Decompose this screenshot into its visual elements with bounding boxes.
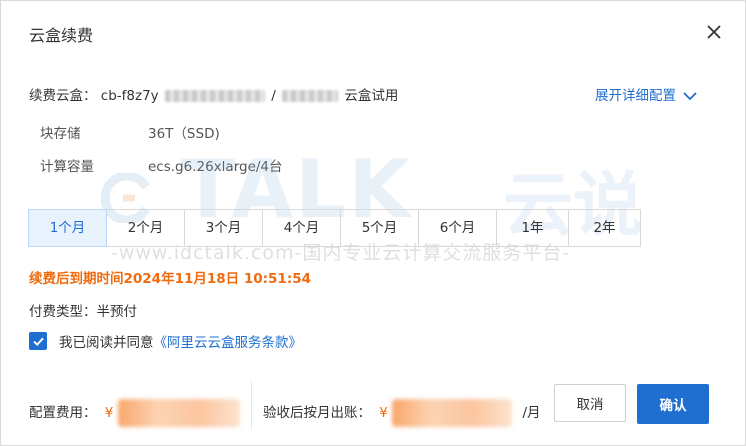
tab-2-years[interactable]: 2年 — [568, 209, 641, 247]
config-fee-currency: ¥ — [104, 405, 114, 421]
tab-6-months[interactable]: 6个月 — [418, 209, 497, 247]
terms-link[interactable]: 《阿里云云盒服务条款》 — [154, 331, 303, 351]
expire-time: 续费后到期时间2024年11月18日 10:51:54 — [29, 271, 312, 287]
tab-1-year[interactable]: 1年 — [496, 209, 569, 247]
expand-config-link[interactable]: 展开详细配置 — [595, 84, 697, 104]
expand-config-label: 展开详细配置 — [595, 88, 676, 104]
box-id: cb-f8z7y — [100, 88, 159, 104]
box-separator: / — [271, 88, 276, 104]
pay-type: 付费类型：半预付 — [29, 304, 137, 320]
tab-3-months[interactable]: 3个月 — [184, 209, 263, 247]
renew-box-label: 续费云盒： — [29, 88, 97, 104]
config-fee-label: 配置费用： — [29, 405, 97, 421]
redacted-name — [282, 90, 339, 102]
chevron-down-icon — [683, 92, 697, 101]
duration-tabs: 1个月 2个月 3个月 4个月 5个月 6个月 1年 2年 — [28, 209, 641, 247]
tab-4-months[interactable]: 4个月 — [262, 209, 341, 247]
dialog-title: 云盒续费 — [29, 26, 94, 45]
monthly-fee-currency: ¥ — [379, 405, 388, 421]
cancel-button[interactable]: 取消 — [554, 384, 626, 422]
monthly-fee-label: 验收后按月出账： — [263, 405, 371, 421]
redacted-config-fee — [117, 399, 240, 427]
tab-5-months[interactable]: 5个月 — [340, 209, 419, 247]
check-icon — [32, 337, 44, 346]
spec-value-compute: ecs.g6.26xlarge/4台 — [148, 159, 283, 175]
redacted-monthly-fee — [392, 399, 513, 427]
spec-label-compute: 计算容量 — [40, 159, 94, 175]
close-icon[interactable] — [701, 19, 727, 45]
renew-dialog: 云盒续费 续费云盒： cb-f8z7y / 云盒试用 展开详细配置 块存储 36… — [0, 0, 746, 446]
renew-box-row: 续费云盒： cb-f8z7y / 云盒试用 — [29, 84, 398, 104]
agreement-text: 我已阅读并同意 — [59, 335, 154, 351]
spec-value-storage: 36T（SSD) — [148, 126, 220, 142]
box-type: 云盒试用 — [344, 88, 399, 104]
monthly-fee: 验收后按月出账： ¥ /月 — [263, 399, 541, 427]
agree-checkbox[interactable] — [29, 332, 47, 350]
confirm-button[interactable]: 确认 — [637, 384, 709, 424]
config-fee: 配置费用： ¥ — [29, 399, 240, 427]
per-month: /月 — [522, 405, 541, 421]
tab-1-month[interactable]: 1个月 — [28, 209, 107, 247]
footer-divider — [251, 381, 252, 429]
redacted-id — [164, 90, 265, 102]
spec-label-storage: 块存储 — [40, 126, 81, 142]
tab-2-months[interactable]: 2个月 — [106, 209, 185, 247]
agreement-row: 我已阅读并同意 《阿里云云盒服务条款》 — [29, 331, 302, 351]
